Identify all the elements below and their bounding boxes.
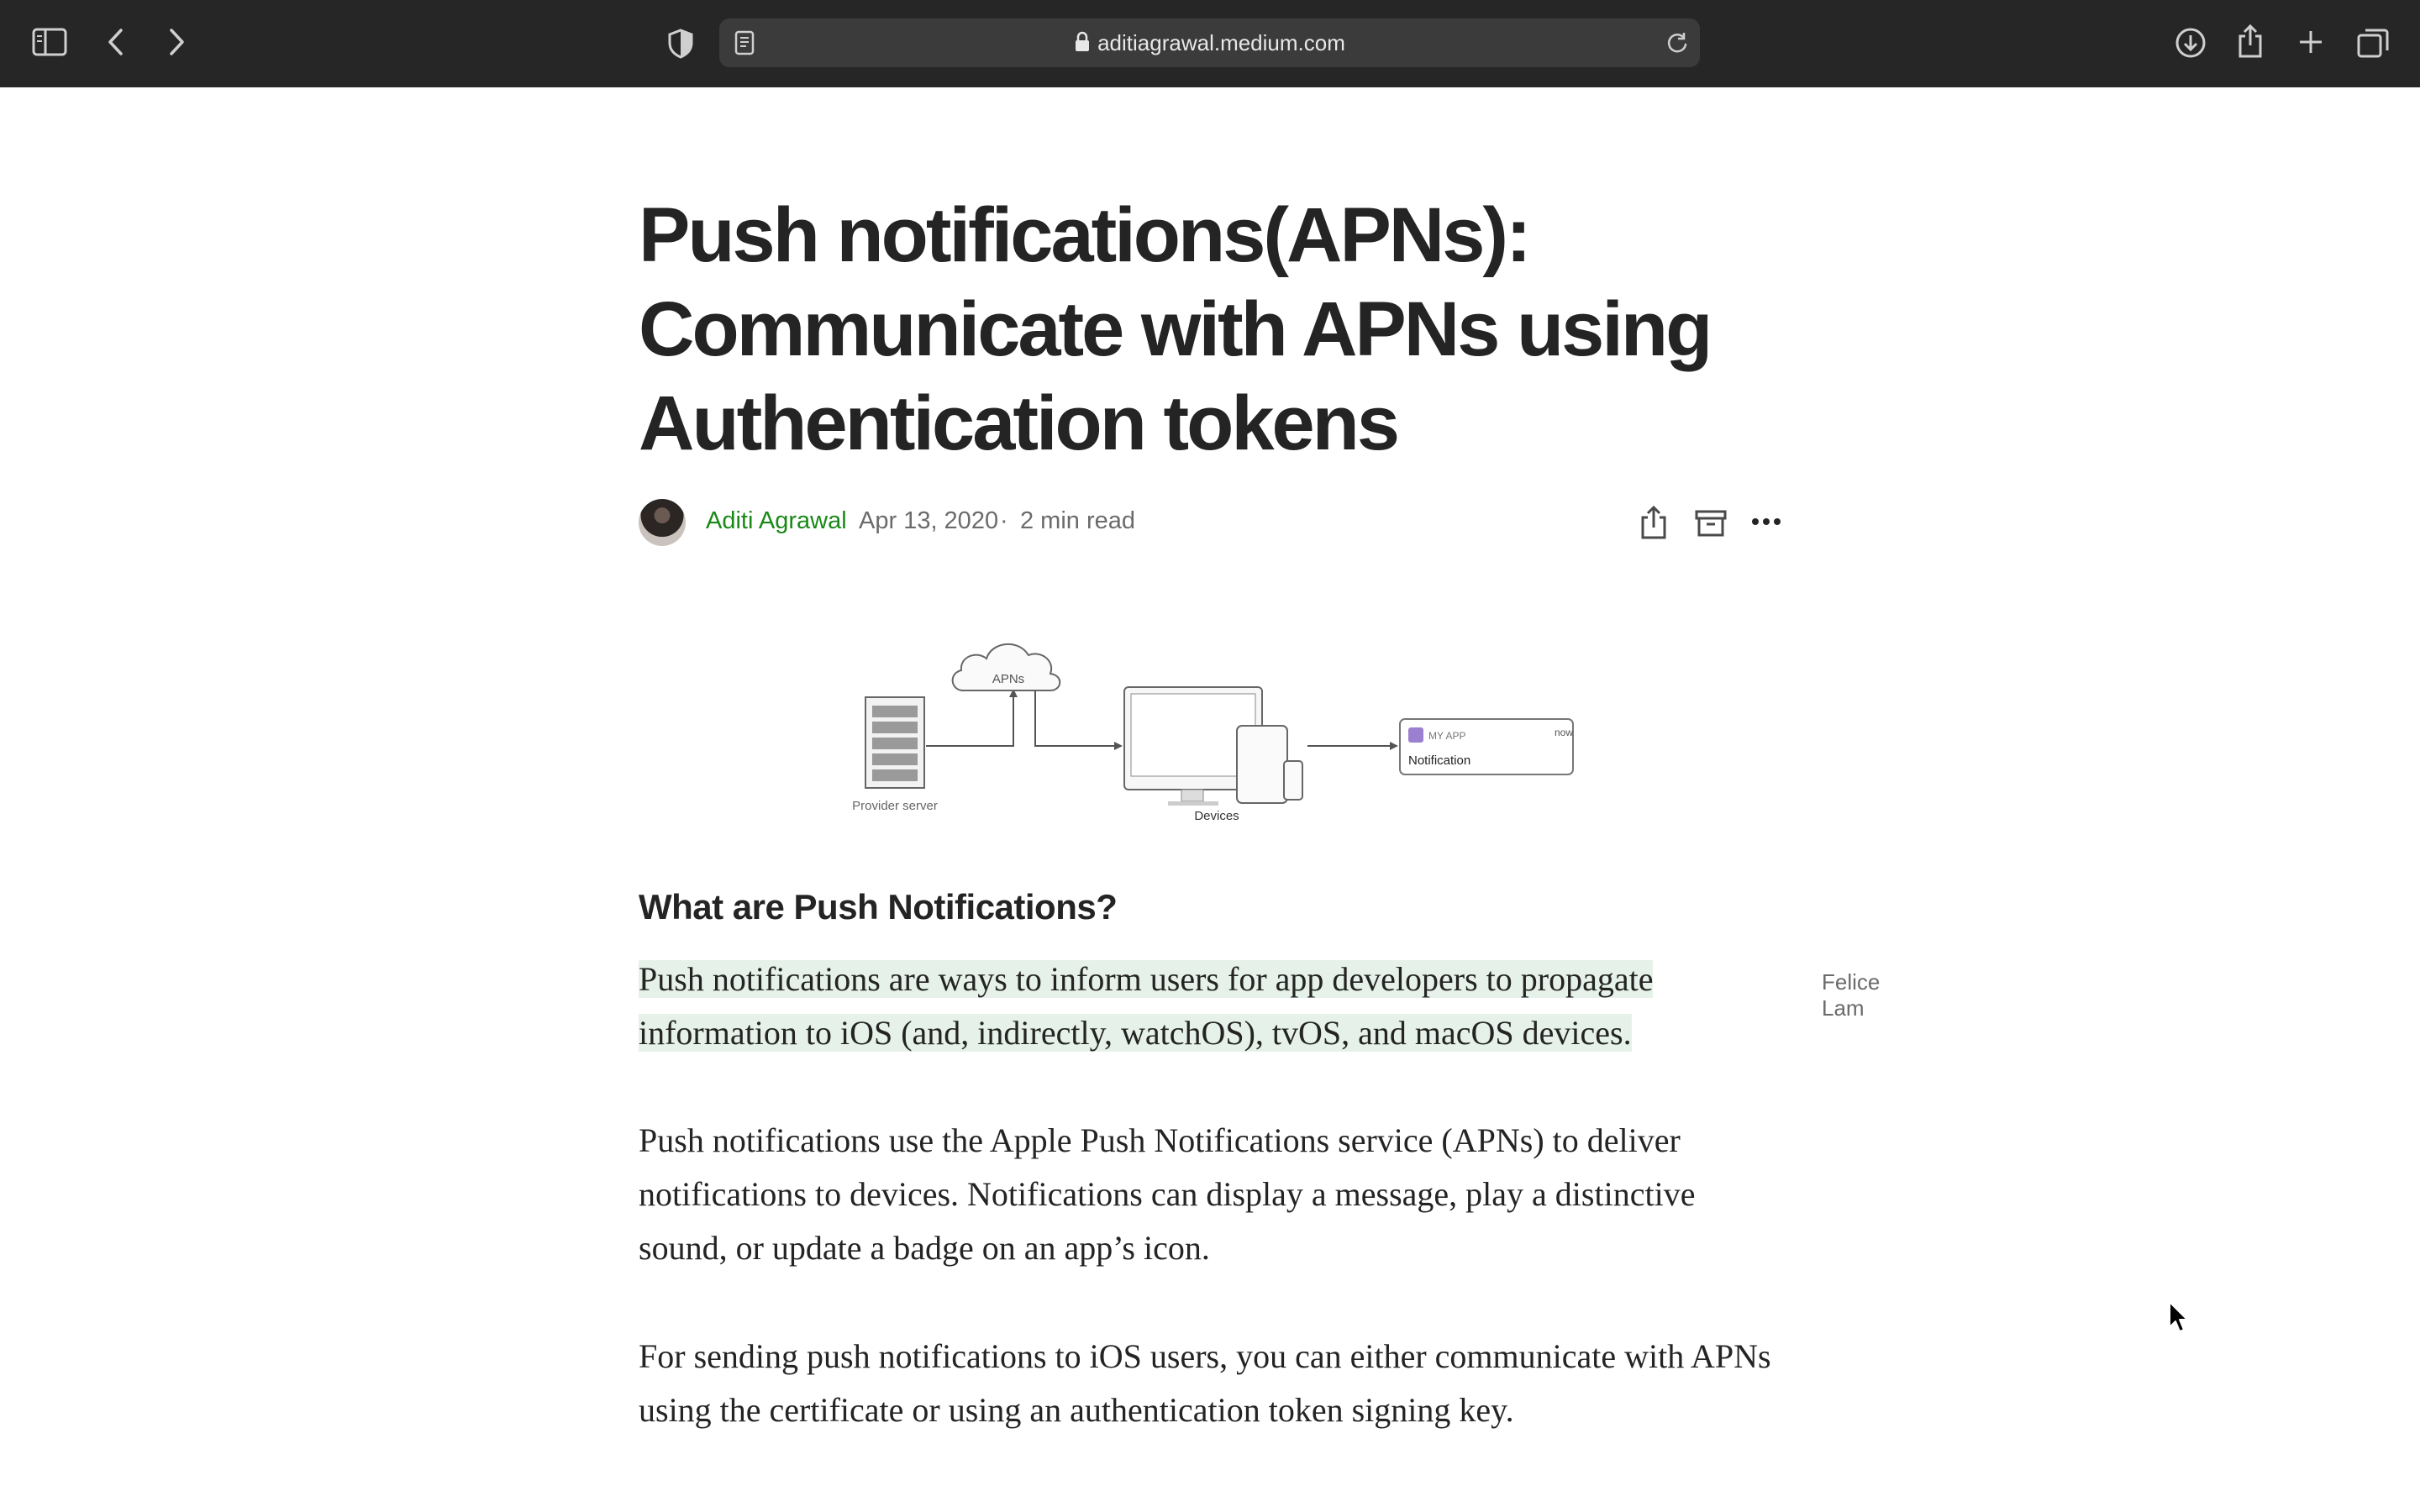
notification-title: Notification — [1408, 753, 1470, 768]
highlighted-text[interactable]: Push notifications are ways to inform us… — [639, 960, 1654, 1052]
privacy-shield-icon[interactable] — [667, 29, 694, 59]
avatar[interactable] — [639, 499, 686, 546]
apns-diagram: Provider server APNs Devices MY APP now — [852, 643, 1574, 823]
section-heading: What are Push Notifications? — [639, 887, 1118, 927]
reload-icon[interactable] — [1665, 31, 1689, 55]
mouse-cursor-icon — [2168, 1300, 2190, 1338]
highlight-author-note[interactable]: Felice Lam — [1822, 969, 1880, 1021]
downloads-icon[interactable] — [2175, 27, 2207, 59]
publish-date: Apr 13, 2020 — [859, 507, 999, 534]
share-icon[interactable] — [2237, 24, 2264, 59]
new-tab-icon[interactable] — [2297, 29, 2324, 55]
paragraph-2: Push notifications use the Apple Push No… — [639, 1121, 1696, 1267]
paragraph-3: For sending push notifications to iOS us… — [639, 1337, 1771, 1429]
paragraph-1: Push notifications are ways to inform us… — [639, 953, 1781, 1060]
forward-icon[interactable] — [166, 27, 187, 57]
provider-server-icon — [865, 696, 925, 789]
server-label: Provider server — [852, 799, 938, 813]
byline: Aditi Agrawal Apr 13, 2020 · 2 min read — [639, 499, 1781, 549]
more-options-icon[interactable] — [1751, 516, 1781, 531]
share-article-icon[interactable] — [1639, 504, 1669, 545]
url-label: aditiagrawal.medium.com — [1097, 30, 1345, 55]
article-title: Push notifications(APNs): Communicate wi… — [639, 192, 1712, 466]
lock-icon — [1076, 31, 1090, 51]
devices-icon — [1123, 686, 1303, 806]
url-text[interactable]: aditiagrawal.medium.com — [719, 18, 1700, 67]
notification-time: now — [1555, 727, 1573, 738]
cloud-label: APNs — [992, 672, 1024, 686]
devices-label: Devices — [1194, 809, 1239, 823]
byline-separator: · — [1000, 507, 1008, 534]
author-link[interactable]: Aditi Agrawal — [706, 507, 847, 535]
read-time: 2 min read — [1020, 507, 1136, 534]
back-icon[interactable] — [106, 27, 126, 57]
sidebar-toggle-icon[interactable] — [32, 27, 69, 59]
notification-app: MY APP — [1428, 730, 1465, 742]
browser-toolbar: aditiagrawal.medium.com — [0, 0, 2420, 87]
tab-overview-icon[interactable] — [2356, 27, 2390, 59]
address-bar[interactable]: aditiagrawal.medium.com — [719, 18, 1700, 67]
save-archive-icon[interactable] — [1694, 509, 1728, 542]
